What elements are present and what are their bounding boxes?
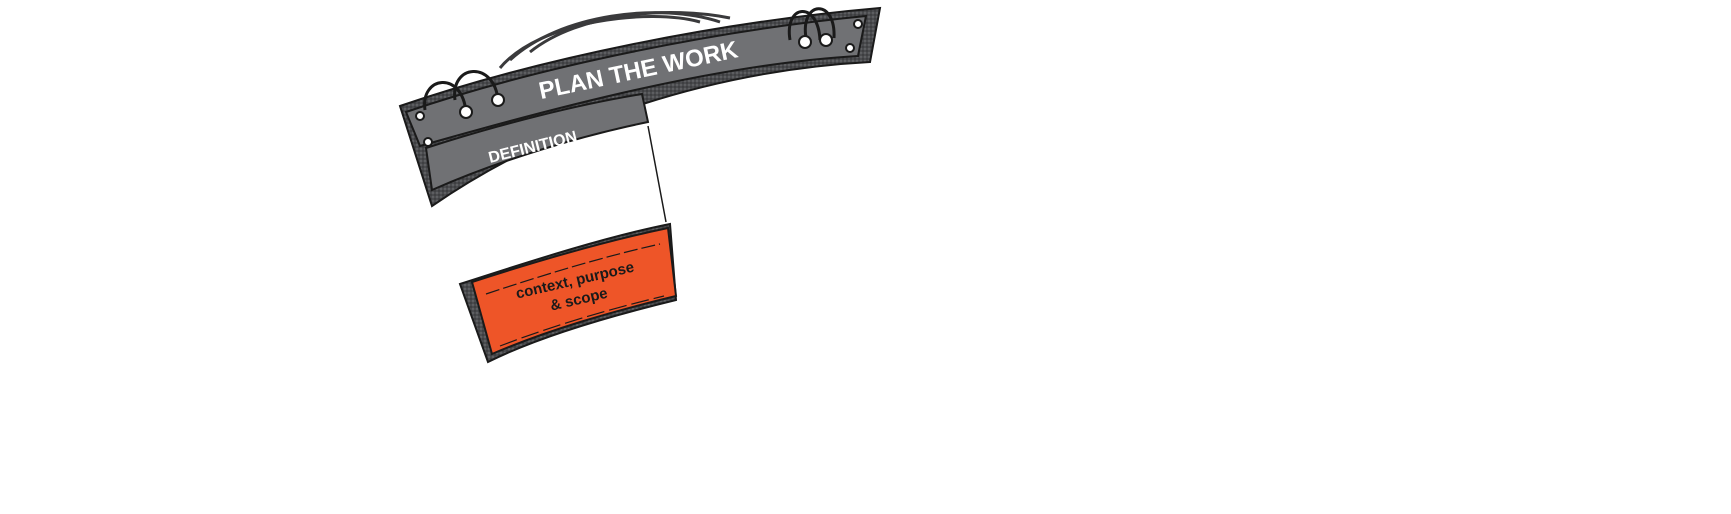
plan-the-work-diagram: PLAN THE WORK DEFINITION context, purpos… bbox=[398, 6, 882, 364]
connector-line bbox=[647, 125, 667, 223]
context-card: context, purpose & scope bbox=[458, 222, 678, 364]
